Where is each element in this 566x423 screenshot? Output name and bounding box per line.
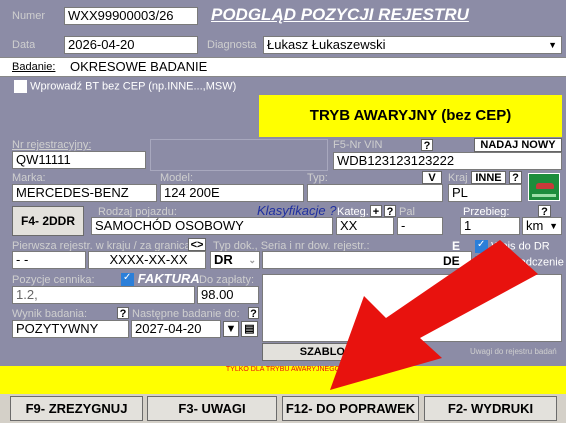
typ-dok-value: DR [214, 252, 233, 267]
pozycje-label: Pozycje cennika: [12, 274, 95, 286]
diagnosta-value: Łukasz Łukaszewski [267, 37, 386, 52]
nastepne-label: Następne badanie do: [132, 308, 240, 320]
do-zaplaty-field: 98.00 [197, 286, 259, 304]
wpis-dr-label: Wpis do DR [491, 240, 550, 253]
pierwsza-kraj-field[interactable]: - - [12, 251, 86, 269]
marka-field[interactable]: MERCEDES-BENZ [12, 184, 157, 202]
data-label: Data [12, 39, 36, 51]
pal-field[interactable]: - [397, 217, 443, 235]
przebieg-unit-value: km [526, 218, 544, 233]
szablony-button[interactable]: SZABLONY [262, 343, 398, 361]
przebieg-field[interactable]: 1 [460, 217, 520, 235]
typ-label: Typ: [307, 172, 328, 184]
numer-field[interactable]: WXX99900003/26 [64, 7, 198, 25]
diagnosta-select[interactable]: Łukasz Łukaszewski ▼ [263, 36, 562, 54]
wynik-help-button[interactable]: ? [117, 307, 129, 320]
f12-do-poprawek-button[interactable]: F12- DO POPRAWEK [282, 396, 419, 421]
kraj-help-button[interactable]: ? [509, 171, 522, 184]
inne-button[interactable]: INNE [471, 171, 506, 184]
blank-box [150, 139, 328, 171]
model-field[interactable]: 124 200E [160, 184, 304, 202]
faktura-checkbox-box[interactable] [121, 272, 134, 287]
zaswiadczenie-checkbox-box[interactable] [475, 255, 488, 269]
wynik-label: Wynik badania: [12, 308, 88, 320]
vin-help-button[interactable]: ? [421, 139, 433, 152]
nastepne-field[interactable]: 2027-04-20 [131, 320, 221, 338]
faktura-checkbox[interactable]: FAKTURA [121, 271, 200, 287]
kateg-help-button[interactable]: ? [384, 205, 396, 218]
nadaj-nowy-button[interactable]: NADAJ NOWY [474, 138, 562, 152]
swap-button[interactable]: <> [188, 238, 206, 251]
nr-rej-label: Nr rejestracyjny: [12, 139, 92, 151]
wynik-field[interactable]: POZYTYWNY [12, 320, 129, 338]
f4-2ddr-button[interactable]: F4- 2DDR [12, 206, 84, 236]
chevron-down-icon: ▼ [549, 221, 558, 231]
kateg-plus-button[interactable]: + [370, 205, 382, 218]
f2-wydruki-button[interactable]: F2- WYDRUKI [424, 396, 557, 421]
nr-rej-field[interactable]: QW11111 [12, 151, 146, 169]
f3-uwagi-button[interactable]: F3- UWAGI [147, 396, 277, 421]
uwagi-rejestr-label: Uwagi do rejestru badań [470, 347, 557, 356]
chevron-down-icon[interactable]: ▼ [223, 321, 239, 337]
numer-label: Numer [12, 10, 46, 22]
v-button[interactable]: V [422, 171, 442, 184]
model-label: Model: [160, 172, 194, 184]
pozycje-field[interactable]: 1.2, [12, 286, 195, 304]
wpis-dr-checkbox[interactable]: Wpis do DR [475, 239, 550, 253]
zaswiadczenie-label: Zaświadczenie [491, 256, 564, 269]
do-zaplaty-label: Do zapłaty: [199, 274, 255, 286]
calendar-icon[interactable]: ▤ [241, 321, 258, 337]
bt-checkbox-label: Wprowadź BT bez CEP (np.INNE...,MSW) [30, 80, 237, 93]
bt-checkbox[interactable]: Wprowadź BT bez CEP (np.INNE...,MSW) [14, 80, 236, 93]
e-fragment: E [452, 239, 461, 253]
przebieg-help-button[interactable]: ? [538, 205, 551, 218]
rodzaj-field[interactable]: SAMOCHÓD OSOBOWY [91, 217, 333, 235]
badanie-value: OKRESOWE BADANIE [70, 59, 208, 74]
chevron-down-icon: ▼ [548, 40, 557, 50]
tylko-awaryjny-label: TYLKO DLA TRYBU AWARYJNEGO [225, 366, 341, 373]
zaswiadczenie-checkbox[interactable]: Zaświadczenie [475, 255, 564, 269]
typ-dok-select[interactable]: DR ⌄ [210, 251, 260, 269]
klasyfikacje-link[interactable]: Klasyfikacje ? [257, 203, 336, 218]
seria-nr-field[interactable] [262, 251, 472, 269]
car-icon[interactable] [528, 173, 560, 201]
pierwsza-granica-field[interactable]: XXXX-XX-XX [88, 251, 206, 269]
kraj-label: Kraj [448, 172, 468, 184]
przebieg-unit-select[interactable]: km ▼ [522, 217, 562, 235]
kraj-field[interactable]: PL [448, 184, 522, 202]
data-field[interactable]: 2026-04-20 [64, 36, 198, 54]
f9-zrezygnuj-button[interactable]: F9- ZREZYGNUJ [10, 396, 143, 421]
badanie-label: Badanie: [12, 61, 56, 73]
page-title: PODGLĄD POZYCJI REJESTRU [207, 4, 562, 26]
vin-field[interactable]: WDB123123123222 [333, 152, 562, 170]
faktura-label: FAKTURA [137, 271, 200, 286]
marka-label: Marka: [12, 172, 46, 184]
chevron-down-icon: ⌄ [248, 255, 256, 265]
kateg-field[interactable]: XX [336, 217, 394, 235]
nastepne-help-button[interactable]: ? [248, 307, 259, 320]
uwagi-textarea[interactable] [262, 274, 562, 342]
window: Numer WXX99900003/26 PODGLĄD POZYCJI REJ… [0, 0, 566, 423]
typ-field[interactable] [307, 184, 443, 202]
bt-checkbox-box[interactable] [14, 80, 27, 93]
wpis-dr-checkbox-box[interactable] [475, 239, 488, 253]
diagnosta-label: Diagnosta [207, 39, 257, 51]
mode-banner: TRYB AWARYJNY (bez CEP) [259, 95, 562, 137]
de-fragment: DE [443, 254, 460, 268]
vin-label: F5-Nr VIN [333, 139, 383, 151]
